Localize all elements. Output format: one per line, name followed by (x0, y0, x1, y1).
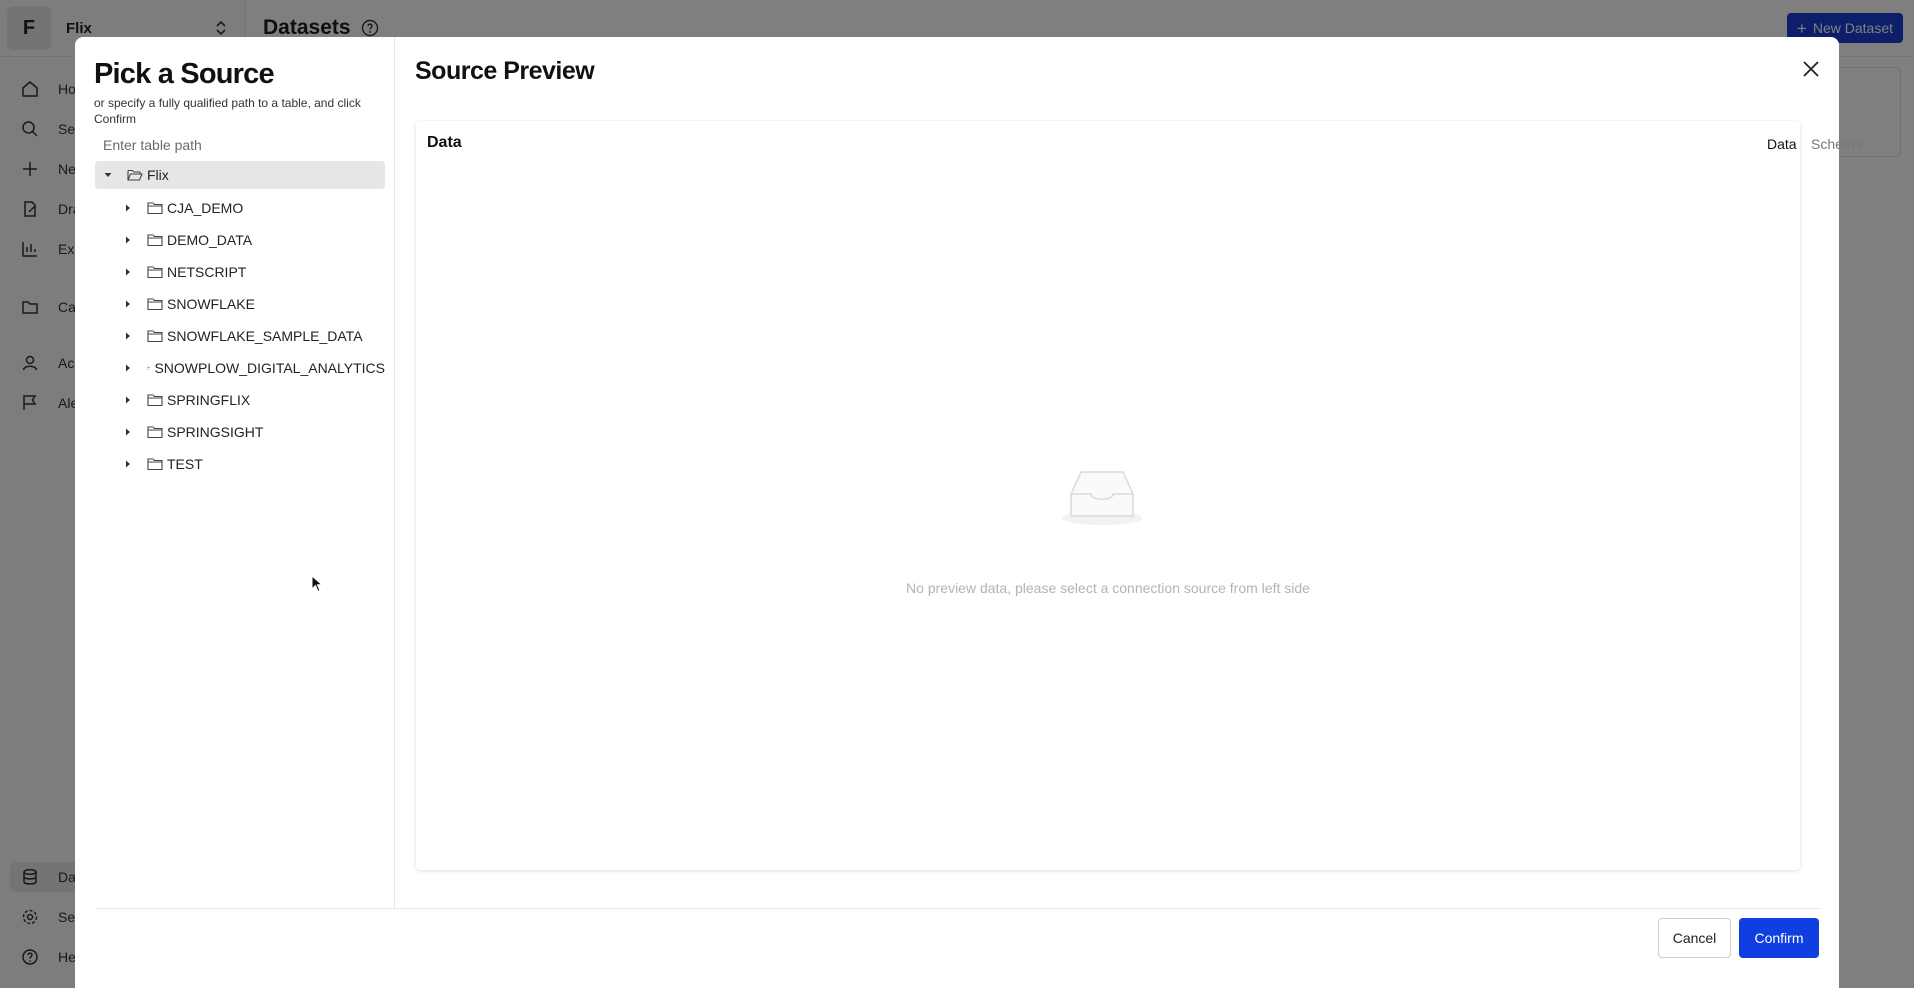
tree-node-springsight[interactable]: SPRINGSIGHT (95, 418, 385, 446)
pick-source-title: Pick a Source (94, 58, 275, 90)
close-icon (1803, 61, 1819, 77)
caret-right-icon[interactable] (123, 427, 133, 437)
folder-icon (147, 298, 163, 311)
preview-heading: Data (427, 134, 462, 151)
caret-down-icon[interactable] (103, 170, 113, 180)
footer-divider (95, 908, 1821, 909)
tree-node-label: SNOWPLOW_DIGITAL_ANALYTICS (154, 360, 385, 376)
pick-source-modal: Pick a Source or specify a fully qualifi… (75, 37, 1862, 988)
caret-right-icon[interactable] (123, 395, 133, 405)
pick-source-subtitle: or specify a fully qualified path to a t… (94, 96, 361, 126)
tree-node-label: CJA_DEMO (167, 200, 244, 216)
table-path-input[interactable] (95, 134, 380, 156)
tree-node-label: TEST (167, 456, 203, 472)
close-button[interactable] (1799, 57, 1823, 81)
tree-root-flix[interactable]: Flix (95, 161, 385, 189)
caret-right-icon[interactable] (123, 235, 133, 245)
folder-icon (147, 394, 163, 407)
folder-icon (147, 234, 163, 247)
caret-right-icon[interactable] (123, 331, 133, 341)
caret-right-icon[interactable] (123, 299, 133, 309)
empty-state-text: No preview data, please select a connect… (906, 580, 1310, 596)
tree-node-label: SPRINGFLIX (167, 392, 251, 408)
folder-icon (147, 202, 163, 215)
folder-icon (147, 458, 163, 471)
tree-node-label: Flix (147, 167, 169, 183)
mouse-cursor-icon (311, 575, 323, 593)
tree-node-label: SNOWFLAKE_SAMPLE_DATA (167, 328, 363, 344)
folder-icon (147, 330, 163, 343)
empty-inbox-icon (1062, 471, 1142, 525)
tree-node-label: SPRINGSIGHT (167, 424, 264, 440)
folder-open-icon (127, 169, 143, 181)
tree-node-snowflake-sample-data[interactable]: SNOWFLAKE_SAMPLE_DATA (95, 322, 385, 350)
tree-node-cja-demo[interactable]: CJA_DEMO (95, 194, 385, 222)
folder-icon (147, 266, 163, 279)
cancel-button[interactable]: Cancel (1658, 918, 1731, 958)
tree-node-label: SNOWFLAKE (167, 296, 255, 312)
caret-right-icon[interactable] (123, 267, 133, 277)
tree-node-label: DEMO_DATA (167, 232, 253, 248)
caret-right-icon[interactable] (123, 203, 133, 213)
tree-node-snowflake[interactable]: SNOWFLAKE (95, 290, 385, 318)
folder-icon (147, 426, 163, 439)
caret-right-icon[interactable] (123, 459, 133, 469)
tab-schema[interactable]: Schema (1811, 136, 1862, 152)
confirm-button[interactable]: Confirm (1739, 918, 1819, 958)
caret-right-icon[interactable] (123, 363, 133, 373)
tree-node-snowplow-digital-analytics[interactable]: SNOWPLOW_DIGITAL_ANALYTICS (95, 354, 385, 382)
tree-node-demo-data[interactable]: DEMO_DATA (95, 226, 385, 254)
tree-node-springflix[interactable]: SPRINGFLIX (95, 386, 385, 414)
tab-data[interactable]: Data (1767, 136, 1797, 152)
source-preview-title: Source Preview (415, 57, 595, 85)
folder-icon (147, 366, 151, 370)
tree-node-test[interactable]: TEST (95, 450, 385, 478)
tree-node-label: NETSCRIPT (167, 264, 247, 280)
preview-panel: Data Data Schema No preview data, please… (416, 121, 1862, 870)
tree-node-netscript[interactable]: NETSCRIPT (95, 258, 385, 286)
source-picker-pane: Pick a Source or specify a fully qualifi… (75, 37, 395, 908)
